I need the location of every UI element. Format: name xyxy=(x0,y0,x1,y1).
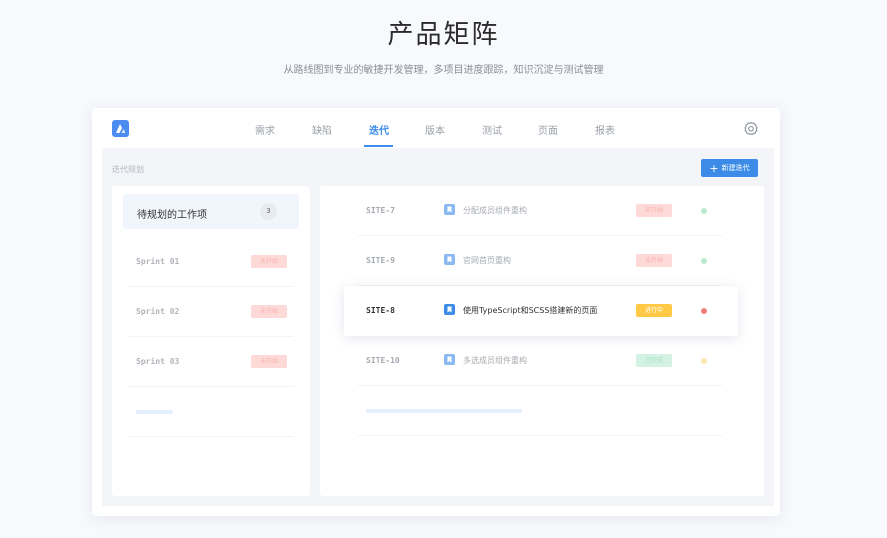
backlog-count-badge: 3 xyxy=(260,203,277,220)
status-badge: 未开始 xyxy=(636,204,672,217)
loading-placeholder xyxy=(366,409,522,413)
tab-requirements[interactable]: 需求 xyxy=(245,122,285,137)
status-badge: 未开始 xyxy=(251,305,287,318)
task-title: 多选成员组件重构 xyxy=(463,356,527,365)
tab-iterations[interactable]: 迭代 xyxy=(359,122,399,137)
tab-reports[interactable]: 报表 xyxy=(585,122,625,137)
task-title: 分配成员组件重构 xyxy=(463,206,527,215)
product-logo-icon[interactable] xyxy=(112,120,129,137)
task-row[interactable]: SITE-9 官网首页重构 未开始 xyxy=(358,236,722,286)
sprint-row-placeholder xyxy=(128,387,294,437)
status-badge: 未开始 xyxy=(251,355,287,368)
sprint-name: Sprint 02 xyxy=(136,307,180,316)
task-row[interactable]: SITE-10 多选成员组件重构 已完成 xyxy=(358,336,722,386)
sprint-name: Sprint 01 xyxy=(136,257,180,266)
task-id: SITE-9 xyxy=(366,256,395,265)
gear-icon[interactable] xyxy=(743,121,759,137)
status-badge: 未开始 xyxy=(636,254,672,267)
page-subtitle: 从路线图到专业的敏捷开发管理，多项目进度跟踪，知识沉淀与测试管理 xyxy=(283,65,604,76)
priority-dot xyxy=(701,258,707,264)
status-badge: 进行中 xyxy=(636,304,672,317)
loading-placeholder xyxy=(136,410,173,414)
tab-testing[interactable]: 测试 xyxy=(472,122,512,137)
task-title: 使用TypeScript和SCSS搭建新的页面 xyxy=(463,306,598,315)
task-row-placeholder xyxy=(358,386,722,436)
section-label: 迭代规划 xyxy=(112,165,144,174)
bookmark-icon xyxy=(444,304,455,315)
priority-dot xyxy=(701,358,707,364)
sprint-row[interactable]: Sprint 01 未开始 xyxy=(128,237,294,287)
page-title: 产品矩阵 xyxy=(387,20,500,50)
active-tab-indicator xyxy=(364,145,393,147)
iteration-planning-area: 迭代规划 + 新建迭代 待规划的工作项 3 Sprint 01 未开始 Spri… xyxy=(102,148,774,506)
new-iteration-button-label: 新建迭代 xyxy=(721,164,750,172)
task-id: SITE-7 xyxy=(366,206,395,215)
task-title: 官网首页重构 xyxy=(463,256,511,265)
task-id: SITE-8 xyxy=(366,306,395,315)
task-list-panel: SITE-7 分配成员组件重构 未开始 SITE-9 官网首页重构 未开始 SI… xyxy=(320,186,764,496)
priority-dot xyxy=(701,308,707,314)
bookmark-icon xyxy=(444,354,455,365)
task-id: SITE-10 xyxy=(366,356,400,365)
tab-versions[interactable]: 版本 xyxy=(415,122,455,137)
tab-defects[interactable]: 缺陷 xyxy=(302,122,342,137)
backlog-label: 待规划的工作项 xyxy=(137,210,207,221)
top-nav: 需求 缺陷 迭代 版本 测试 页面 报表 xyxy=(92,108,780,148)
task-row-selected[interactable]: SITE-8 使用TypeScript和SCSS搭建新的页面 进行中 xyxy=(344,286,738,336)
app-window: 需求 缺陷 迭代 版本 测试 页面 报表 迭代规划 + 新建迭代 待规划的工作项… xyxy=(92,108,780,516)
plus-icon: + xyxy=(709,161,719,175)
task-row[interactable]: SITE-7 分配成员组件重构 未开始 xyxy=(358,186,722,236)
sprint-row[interactable]: Sprint 03 未开始 xyxy=(128,337,294,387)
sprint-row[interactable]: Sprint 02 未开始 xyxy=(128,287,294,337)
priority-dot xyxy=(701,208,707,214)
status-badge: 已完成 xyxy=(636,354,672,367)
sprint-name: Sprint 03 xyxy=(136,357,180,366)
tab-pages[interactable]: 页面 xyxy=(528,122,568,137)
status-badge: 未开始 xyxy=(251,255,287,268)
backlog-item[interactable]: 待规划的工作项 3 xyxy=(123,194,299,229)
bookmark-icon xyxy=(444,254,455,265)
sprint-list-panel: 待规划的工作项 3 Sprint 01 未开始 Sprint 02 未开始 Sp… xyxy=(112,186,310,496)
bookmark-icon xyxy=(444,204,455,215)
new-iteration-button[interactable]: + 新建迭代 xyxy=(701,159,758,177)
